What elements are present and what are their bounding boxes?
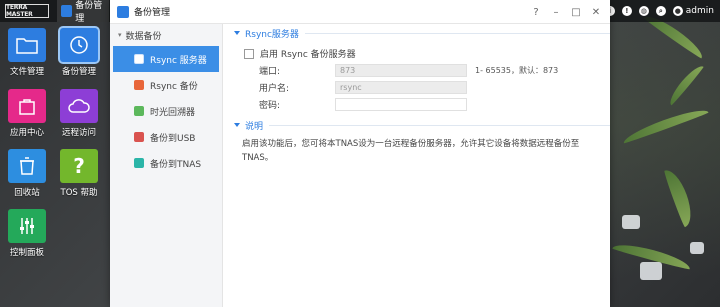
password-label: 密码: — [259, 101, 281, 111]
usb-icon — [134, 132, 144, 142]
enable-rsync-checkbox[interactable] — [244, 48, 254, 59]
description-section-header: 说明 — [234, 117, 610, 133]
nas-icon — [134, 158, 144, 168]
section-title: Rsync服务器 — [245, 29, 299, 40]
close-button[interactable]: ✕ — [586, 7, 606, 18]
wallpaper-salt — [640, 262, 662, 280]
port-hint: 1- 65535，默认：873 — [475, 66, 559, 75]
sidebar-item-rsync-backup[interactable]: Rsync 备份 — [110, 72, 222, 98]
main-content: Rsync服务器 启用 Rsync 备份服务器 端口: 873 1- 65535… — [234, 24, 610, 165]
window-title: 备份管理 — [134, 8, 171, 18]
sidebar-item-rsync-server[interactable]: Rsync 服务器 — [113, 46, 219, 72]
help-button[interactable]: ? — [526, 7, 546, 18]
window-controls: ? – □ ✕ — [526, 0, 606, 24]
username-label: 用户名: — [259, 84, 290, 94]
sync-icon — [134, 80, 144, 90]
desktop-icon-remote-access[interactable]: 远程访问 — [52, 89, 106, 138]
wallpaper-salt — [622, 215, 640, 229]
section-divider — [269, 124, 610, 126]
desktop-icon-label: TOS 帮助 — [60, 188, 98, 198]
shopping-bag-icon — [8, 89, 46, 123]
wallpaper-salt — [690, 242, 704, 254]
desktop-icon-label: 文件管理 — [9, 67, 44, 77]
sidebar-item-label: 备份到TNAS — [150, 159, 202, 170]
sidebar-item-backup-usb[interactable]: 备份到USB — [110, 124, 222, 150]
section-title: 说明 — [245, 121, 264, 132]
section-divider — [304, 32, 610, 34]
sidebar-group-label: 数据备份 — [125, 31, 162, 42]
desktop-icon-app-center[interactable]: 应用中心 — [0, 89, 54, 138]
user-icon: ● — [672, 6, 683, 16]
taskbar-item-backup-manager[interactable]: 备份管理 — [57, 0, 109, 24]
port-input[interactable]: 873 — [335, 64, 467, 77]
desktop-icon-tos-help[interactable]: ? TOS 帮助 — [52, 149, 106, 198]
port-row: 端口: 873 1- 65535，默认：873 — [234, 62, 610, 79]
window-titlebar[interactable]: 备份管理 ? – □ ✕ — [110, 0, 610, 24]
desktop-icon-label: 回收站 — [14, 188, 40, 198]
username-input[interactable]: rsync — [335, 81, 467, 94]
trash-icon — [8, 149, 46, 183]
username-row: 用户名: rsync — [234, 79, 610, 96]
bell-icon[interactable]: ! — [621, 6, 632, 16]
server-icon — [134, 54, 144, 64]
desktop-icon-label: 备份管理 — [61, 67, 96, 77]
user-name: admin — [685, 6, 714, 16]
cloud-icon — [60, 89, 98, 123]
search-icon[interactable]: ⌕ — [655, 6, 666, 16]
enable-rsync-row: 启用 Rsync 备份服务器 — [234, 45, 610, 62]
backup-manager-window: 备份管理 ? – □ ✕ ▾ 数据备份 Rsync 服务器 Rsync 备份 时… — [110, 0, 610, 307]
question-icon: ? — [60, 149, 98, 183]
sidebar: ▾ 数据备份 Rsync 服务器 Rsync 备份 时光回溯器 备份到USB 备… — [110, 24, 223, 307]
chevron-down-icon: ▾ — [118, 31, 122, 39]
desktop-icon-label: 应用中心 — [9, 128, 44, 138]
description-text: 启用该功能后，您可将本TNAS设为一台远程备份服务器，允许其它设备将数据远程备份… — [242, 139, 580, 163]
chevron-down-icon — [234, 123, 240, 127]
time-machine-icon — [134, 106, 144, 116]
user-menu[interactable]: ● admin — [672, 6, 714, 16]
sliders-icon — [8, 209, 46, 243]
clock-icon — [117, 5, 129, 18]
minimize-button[interactable]: – — [546, 7, 566, 18]
brand-logo: TERRA MASTER — [5, 4, 49, 18]
enable-rsync-label: 启用 Rsync 备份服务器 — [260, 50, 356, 60]
system-tray: i ! ◍ ⌕ ● admin — [604, 0, 714, 22]
sidebar-item-label: Rsync 服务器 — [150, 55, 207, 66]
globe-icon[interactable]: ◍ — [638, 6, 649, 16]
desktop-icon-label: 远程访问 — [61, 128, 96, 138]
sidebar-item-backup-tnas[interactable]: 备份到TNAS — [110, 150, 222, 176]
sidebar-group-data-backup[interactable]: ▾ 数据备份 — [110, 24, 222, 46]
password-input[interactable] — [335, 98, 467, 111]
desktop-icon-control-panel[interactable]: 控制面板 — [0, 209, 54, 258]
clock-icon — [61, 5, 73, 17]
chevron-down-icon — [234, 31, 240, 35]
password-row: 密码: — [234, 96, 610, 113]
sidebar-item-label: 备份到USB — [150, 133, 196, 144]
sidebar-item-label: Rsync 备份 — [150, 81, 198, 92]
rsync-server-section-header: Rsync服务器 — [234, 25, 610, 41]
clock-icon — [60, 28, 98, 62]
taskbar-item-label: 备份管理 — [75, 1, 103, 24]
maximize-button[interactable]: □ — [566, 7, 586, 18]
desktop-icon-backup-manager[interactable]: 备份管理 — [52, 28, 106, 77]
desktop-icon-recycle-bin[interactable]: 回收站 — [0, 149, 54, 198]
desktop-icon-file-manager[interactable]: 文件管理 — [0, 28, 54, 77]
sidebar-item-label: 时光回溯器 — [150, 107, 196, 118]
port-label: 端口: — [259, 67, 281, 77]
sidebar-item-time-machine[interactable]: 时光回溯器 — [110, 98, 222, 124]
desktop-icon-label: 控制面板 — [9, 248, 44, 258]
folder-icon — [8, 28, 46, 62]
